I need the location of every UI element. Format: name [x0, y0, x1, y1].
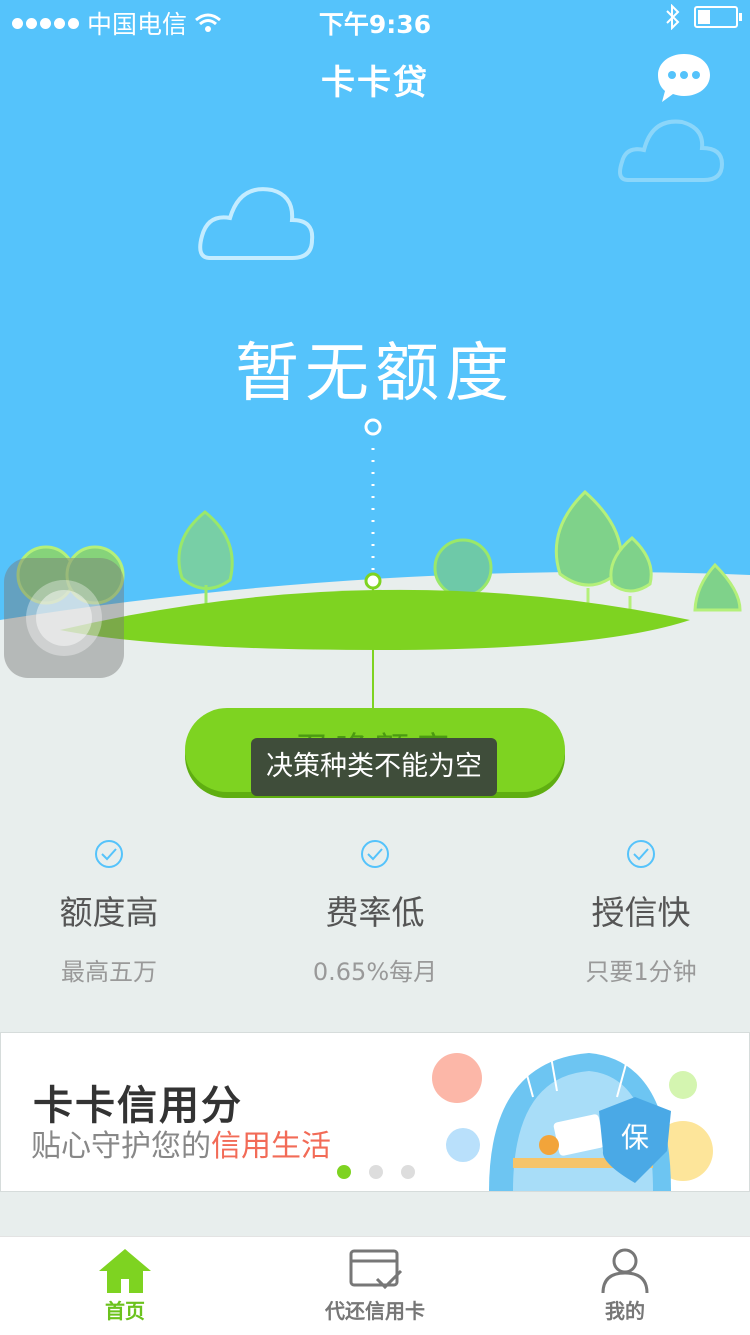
feature-subtitle: 只要1分钟 [585, 958, 697, 986]
connector-line [372, 588, 374, 710]
tree-icon [693, 562, 742, 612]
feature-item: 额度高 最高五万 [0, 838, 234, 987]
banner-pager [337, 1165, 415, 1179]
assistive-touch-button[interactable] [4, 558, 124, 678]
toast-message: 决策种类不能为空 [251, 738, 497, 796]
tab-label: 首页 [105, 1299, 145, 1323]
chat-bubble-icon[interactable] [656, 52, 712, 104]
banner-subtitle: 贴心守护您的信用生活 [31, 1129, 331, 1164]
feature-item: 授信快 只要1分钟 [516, 838, 750, 987]
tab-bar: 首页 代还信用卡 我的 [0, 1236, 750, 1335]
status-bar: 中国电信 下午9:36 [0, 0, 750, 40]
feature-item: 费率低 0.65%每月 [250, 838, 500, 987]
feature-list: 额度高 最高五万 费率低 0.65%每月 授信快 只要1分钟 [0, 838, 750, 988]
feature-title: 授信快 [591, 893, 691, 932]
pager-dot[interactable] [337, 1165, 351, 1179]
check-circle-icon [627, 840, 655, 868]
tab-profile[interactable]: 我的 [500, 1237, 750, 1335]
cloud-icon [198, 187, 315, 260]
cloud-icon [618, 119, 725, 182]
credit-card-icon [349, 1249, 403, 1290]
tab-label: 我的 [605, 1299, 645, 1323]
pager-dot[interactable] [369, 1165, 383, 1179]
feature-subtitle: 0.65%每月 [312, 958, 438, 986]
battery-icon [694, 6, 742, 28]
banner-illustration: 保 [432, 1044, 713, 1191]
tab-repay-card[interactable]: 代还信用卡 [250, 1237, 500, 1335]
tab-home[interactable]: 首页 [0, 1237, 250, 1335]
feature-subtitle: 最高五万 [61, 958, 157, 986]
feature-title: 费率低 [325, 893, 425, 932]
page-title: 卡卡贷 [321, 63, 429, 103]
credit-score-banner[interactable]: 卡卡信用分 贴心守护您的信用生活 保 [0, 1032, 750, 1192]
check-circle-icon [361, 840, 389, 868]
check-circle-icon [95, 840, 123, 868]
feature-title: 额度高 [59, 893, 159, 932]
tab-label: 代还信用卡 [325, 1299, 425, 1323]
shield-label: 保 [621, 1121, 649, 1154]
home-icon [99, 1249, 151, 1293]
credit-amount-text: 暂无额度 [235, 337, 515, 411]
clock: 下午9:36 [318, 10, 432, 39]
pager-dot[interactable] [401, 1165, 415, 1179]
bluetooth-icon [666, 4, 680, 30]
user-icon [601, 1248, 649, 1293]
